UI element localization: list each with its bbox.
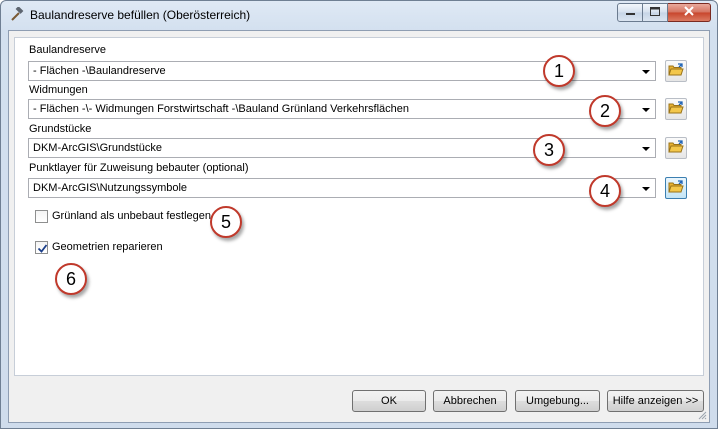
browse-punktlayer-button[interactable] [665,177,687,199]
open-folder-icon [668,62,684,80]
browse-widmungen-button[interactable] [665,98,687,120]
gruenland-unbebaut-checkbox[interactable] [35,210,48,223]
hammer-icon [8,6,24,23]
callout-badge: 2 [589,95,621,127]
cancel-button[interactable]: Abbrechen [433,390,507,412]
open-folder-icon [668,100,684,118]
field-label-punktlayer: Punktlayer für Zuweisung bebauter (optio… [29,162,249,174]
parameters-panel: Baulandreserve - Flächen -\Baulandreserv… [14,37,704,376]
field-label-grundstuecke: Grundstücke [29,123,92,135]
browse-baulandreserve-button[interactable] [665,60,687,82]
dialog-client-area: Baulandreserve - Flächen -\Baulandreserv… [8,30,710,423]
checkmark-icon [37,244,48,253]
grundstuecke-value: DKM-ArcGIS\Grundstücke [33,142,162,154]
resize-grip-icon[interactable] [697,410,707,420]
punktlayer-combo[interactable]: DKM-ArcGIS\Nutzungssymbole [28,178,656,198]
dialog-window: Baulandreserve befüllen (Oberösterreich) [0,0,718,429]
ok-button[interactable]: OK [352,390,426,412]
geometrien-reparieren-checkbox[interactable] [35,241,48,254]
chevron-down-icon[interactable] [638,101,654,117]
widmungen-combo[interactable]: - Flächen -\- Widmungen Forstwirtschaft … [28,99,656,119]
open-folder-icon [668,139,684,157]
field-label-widmungen: Widmungen [29,84,88,96]
environment-button[interactable]: Umgebung... [515,390,600,412]
geometrien-reparieren-label[interactable]: Geometrien reparieren [52,241,163,253]
punktlayer-value: DKM-ArcGIS\Nutzungssymbole [33,182,188,194]
window-title: Baulandreserve befüllen (Oberösterreich) [30,8,251,22]
gruenland-unbebaut-label[interactable]: Grünland als unbebaut festlegen [52,210,211,222]
callout-badge: 6 [55,263,87,295]
title-bar[interactable]: Baulandreserve befüllen (Oberösterreich) [1,1,717,29]
callout-badge: 5 [210,206,242,238]
maximize-button[interactable] [643,3,668,22]
help-button[interactable]: Hilfe anzeigen >> [607,390,704,412]
browse-grundstuecke-button[interactable] [665,137,687,159]
chevron-down-icon[interactable] [638,140,654,156]
minimize-button[interactable] [617,3,643,22]
minimize-icon [625,7,635,19]
widmungen-value: - Flächen -\- Widmungen Forstwirtschaft … [33,103,409,115]
field-label-baulandreserve: Baulandreserve [29,44,107,56]
baulandreserve-value: - Flächen -\Baulandreserve [33,65,166,77]
callout-badge: 3 [533,134,565,166]
chevron-down-icon[interactable] [638,180,654,196]
maximize-icon [650,6,660,19]
callout-badge: 4 [589,175,621,207]
callout-badge: 1 [543,55,575,87]
close-button[interactable] [668,3,711,22]
open-folder-icon [668,179,684,197]
close-icon [684,6,694,19]
chevron-down-icon[interactable] [638,63,654,79]
